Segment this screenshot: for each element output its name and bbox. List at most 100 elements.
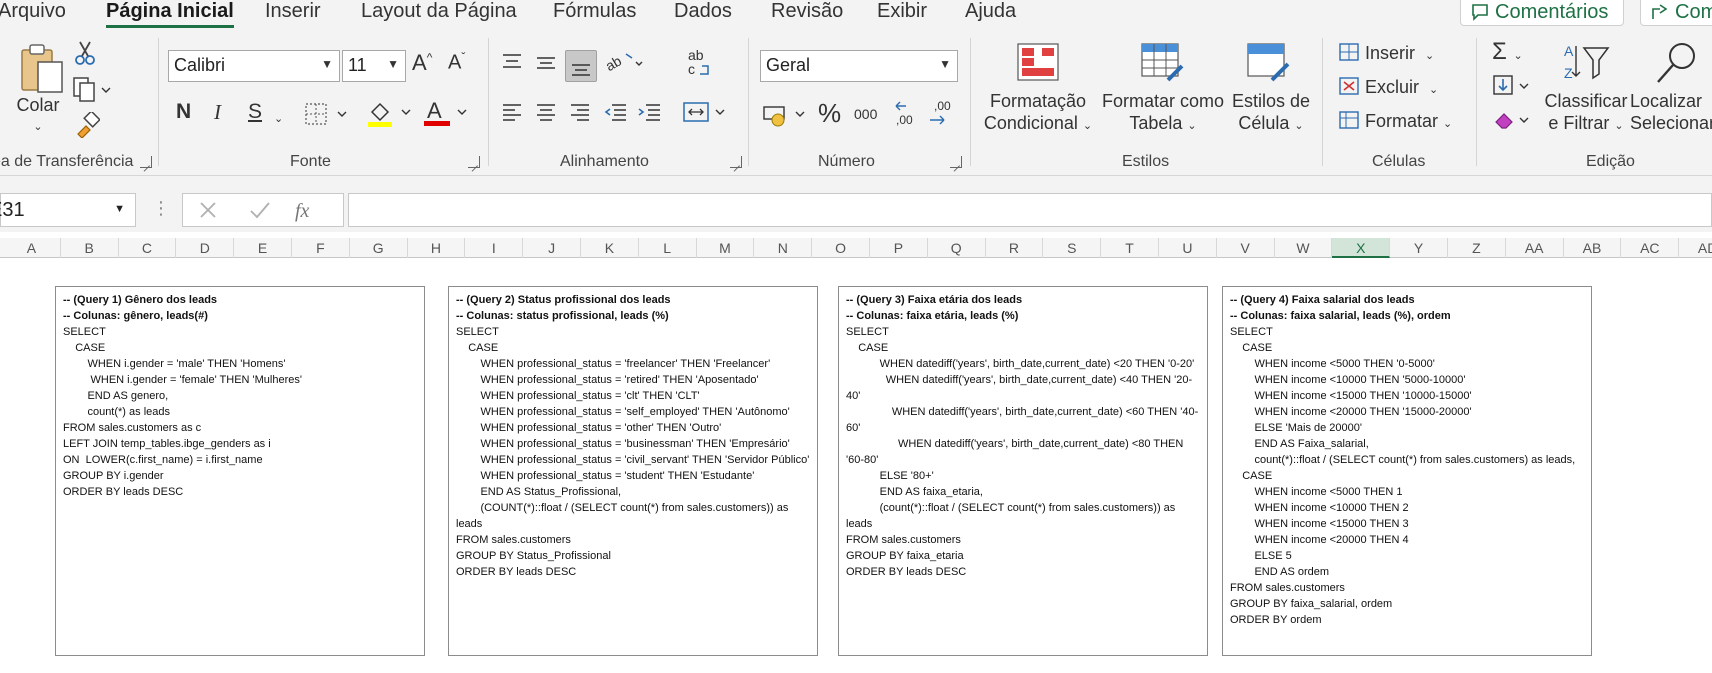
alignment-launcher-icon[interactable] (730, 156, 742, 168)
copy-icon[interactable] (72, 76, 112, 107)
clipboard-launcher-icon[interactable] (140, 156, 152, 168)
thousands-button[interactable]: 000 (854, 106, 877, 122)
font-size-combo[interactable]: 11 ▼ (342, 50, 406, 82)
increase-indent-icon[interactable] (636, 100, 662, 129)
column-header-p[interactable]: P (870, 238, 928, 258)
format-painter-icon[interactable] (74, 110, 101, 143)
find-select-icon[interactable] (1654, 40, 1700, 91)
column-header-m[interactable]: M (697, 238, 755, 258)
align-right-icon[interactable] (568, 100, 592, 129)
delete-cells-button[interactable]: Excluir ⌄ (1338, 76, 1438, 98)
tab-pagina-inicial[interactable]: Página Inicial (106, 0, 234, 28)
comments-button[interactable]: Comentários (1460, 0, 1624, 26)
column-header-aa[interactable]: AA (1506, 238, 1564, 258)
orientation-icon[interactable]: ab (603, 50, 644, 81)
bold-button[interactable]: N (176, 100, 191, 124)
column-header-ad[interactable]: AD (1679, 238, 1712, 258)
column-header-q[interactable]: Q (928, 238, 986, 258)
column-header-f[interactable]: F (292, 238, 350, 258)
sort-filter-button[interactable]: Classificar e Filtrar ⌄ (1540, 90, 1632, 137)
column-header-j[interactable]: J (523, 238, 581, 258)
column-header-e[interactable]: E (234, 238, 292, 258)
column-header-h[interactable]: H (408, 238, 466, 258)
column-header-a[interactable]: A (3, 238, 61, 258)
column-header-ac[interactable]: AC (1621, 238, 1680, 258)
column-header-ab[interactable]: AB (1564, 238, 1622, 258)
align-bottom-icon[interactable] (565, 50, 597, 82)
conditional-formatting-button[interactable]: Formatação Condicional ⌄ (982, 90, 1094, 137)
insert-cells-button[interactable]: Inserir ⌄ (1338, 42, 1434, 64)
clear-icon[interactable] (1492, 108, 1532, 137)
format-cells-button[interactable]: Formatar ⌄ (1338, 110, 1452, 132)
sort-filter-icon[interactable]: AZ (1560, 40, 1612, 89)
column-header-w[interactable]: W (1275, 238, 1333, 258)
column-header-l[interactable]: L (639, 238, 697, 258)
increase-decimal-icon[interactable]: ,00 (892, 98, 920, 133)
tab-revisao[interactable]: Revisão (771, 0, 843, 23)
fill-icon[interactable] (1492, 74, 1532, 103)
decrease-indent-icon[interactable] (602, 100, 628, 129)
align-left-icon[interactable] (500, 100, 524, 129)
font-launcher-icon[interactable] (468, 156, 480, 168)
insert-function-icon[interactable]: fx (295, 200, 310, 222)
align-middle-icon[interactable] (534, 50, 558, 79)
paste-icon[interactable] (18, 42, 66, 99)
format-as-table-icon[interactable] (1140, 42, 1186, 89)
column-header-s[interactable]: S (1043, 238, 1102, 258)
column-header-t[interactable]: T (1101, 238, 1159, 258)
tab-arquivo[interactable]: Arquivo (0, 0, 66, 23)
column-header-y[interactable]: Y (1390, 238, 1448, 258)
align-center-icon[interactable] (534, 100, 558, 129)
formula-input[interactable] (348, 193, 1712, 227)
query-2-textbox[interactable]: -- (Query 2) Status profissional dos lea… (448, 286, 818, 656)
column-header-k[interactable]: K (581, 238, 639, 258)
currency-icon[interactable] (762, 102, 810, 133)
enter-icon[interactable] (250, 202, 270, 219)
find-select-button[interactable]: Localizar Selecionar (1630, 90, 1712, 134)
decrease-font-size-icon[interactable]: Aˇ (448, 50, 465, 75)
tab-ajuda[interactable]: Ajuda (965, 0, 1016, 23)
fill-color-icon[interactable] (366, 98, 414, 133)
number-launcher-icon[interactable] (950, 156, 962, 168)
chevron-down-icon[interactable]: ⌄ (274, 106, 283, 127)
name-box[interactable]: E31 ▼ (0, 193, 136, 227)
tab-exibir[interactable]: Exibir (877, 0, 927, 23)
cell-styles-button[interactable]: Estilos de Célula ⌄ (1226, 90, 1316, 137)
decrease-decimal-icon[interactable]: ,00 (926, 98, 954, 133)
italic-button[interactable]: I (214, 100, 221, 125)
column-header-i[interactable]: I (465, 238, 524, 258)
percent-button[interactable]: % (818, 98, 841, 129)
share-button[interactable]: Com (1640, 0, 1712, 26)
column-header-g[interactable]: G (350, 238, 408, 258)
format-as-table-button[interactable]: Formatar como Tabela ⌄ (1100, 90, 1226, 137)
borders-icon[interactable] (304, 102, 350, 131)
autosum-button[interactable]: Σ ⌄ (1492, 38, 1523, 66)
font-name-combo[interactable]: Calibri ▼ (168, 50, 340, 82)
column-header-o[interactable]: O (812, 238, 870, 258)
wrap-text-icon[interactable]: ab c (686, 47, 714, 83)
tab-layout-da-pagina[interactable]: Layout da Página (361, 0, 517, 23)
cell-styles-icon[interactable] (1246, 42, 1292, 89)
column-header-z[interactable]: Z (1448, 238, 1506, 258)
cancel-icon[interactable] (200, 202, 216, 218)
tab-inserir[interactable]: Inserir (265, 0, 321, 23)
query-1-textbox[interactable]: -- (Query 1) Gênero dos leads -- Colunas:… (55, 286, 425, 656)
column-header-n[interactable]: N (754, 238, 813, 258)
number-format-combo[interactable]: Geral ▼ (760, 50, 958, 82)
column-header-v[interactable]: V (1217, 238, 1275, 258)
increase-font-size-icon[interactable]: A^ (412, 50, 432, 76)
tab-dados[interactable]: Dados (674, 0, 732, 23)
merge-center-icon[interactable] (682, 100, 728, 129)
paste-button[interactable]: Colar ⌄ (16, 94, 60, 138)
column-header-b[interactable]: B (61, 238, 119, 258)
query-3-textbox[interactable]: -- (Query 3) Faixa etária dos leads -- Co… (838, 286, 1208, 656)
cut-icon[interactable] (74, 40, 96, 71)
align-top-icon[interactable] (500, 50, 524, 79)
column-header-u[interactable]: U (1159, 238, 1217, 258)
font-color-icon[interactable]: A (422, 96, 470, 133)
column-header-c[interactable]: C (119, 238, 177, 258)
column-header-x[interactable]: X (1332, 238, 1391, 258)
underline-button[interactable]: S (248, 100, 262, 124)
column-header-d[interactable]: D (176, 238, 235, 258)
column-header-r[interactable]: R (986, 238, 1044, 258)
